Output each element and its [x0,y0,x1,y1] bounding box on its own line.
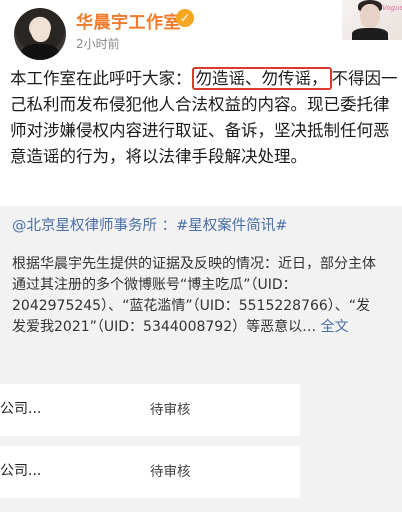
post-text: 本工作室在此呼吁大家： 勿造谣、勿传谣， 不得因一己私利而发布侵犯他人合法权益的内容… [10,66,398,170]
post-highlight: 勿造谣、勿传谣， [191,67,332,90]
pending-company: 公司... [0,463,42,479]
repost-body: 根据华晨宇先生提供的证据及反映的情况：近日，部分主体通过其注册的多个微博账号“博… [12,254,384,338]
avatar-face [31,18,50,42]
thumbnail-shirt [352,28,388,40]
author-name[interactable]: 华晨宇工作室 [76,8,181,33]
thumbnail-head [360,4,380,28]
avatar-body [21,44,59,60]
thumbnail-tag: Vogue [382,4,402,12]
verified-badge-icon: ✓ [176,9,194,27]
author-avatar[interactable] [14,8,66,60]
pending-company: 公司... [0,401,42,417]
repost-card[interactable]: @北京星权律师事务所 ：#星权案件简讯# 根据华晨宇先生提供的证据及反映的情况：… [0,206,402,512]
post-timestamp: 2小时前 [76,37,120,51]
pending-status: 待审核 [150,402,191,418]
pending-item[interactable]: 公司... 待审核 [0,446,300,498]
pending-item[interactable]: 公司... 待审核 [0,384,300,436]
section-divider [0,196,402,206]
header-thumbnail-image[interactable]: Vogue [342,0,402,40]
post-header: 华晨宇工作室 ✓ 2小时前 Vogue [0,0,402,62]
post-text-before: 本工作室在此呼吁大家： [10,69,192,88]
pending-status: 待审核 [150,464,191,480]
repost-source-link[interactable]: @北京星权律师事务所 ：#星权案件简讯# [12,214,287,235]
read-more-link[interactable]: 全文 [321,319,349,335]
